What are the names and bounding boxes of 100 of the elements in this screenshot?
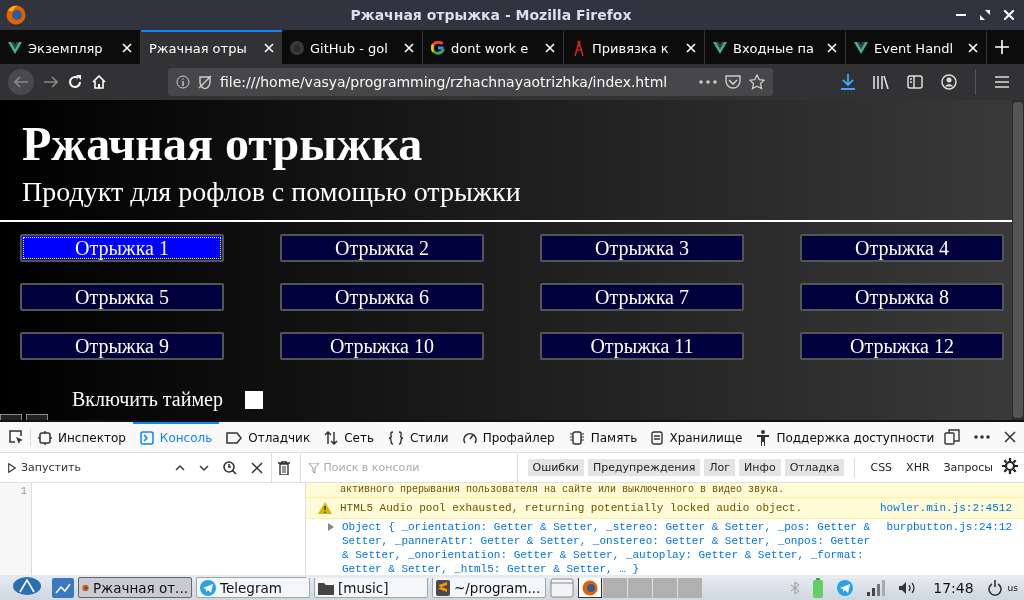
burp-button[interactable]: Отрыжка 6	[280, 283, 484, 311]
more-icon[interactable]	[974, 435, 990, 439]
chevron-up-icon[interactable]	[174, 464, 185, 471]
responsive-icon[interactable]	[944, 429, 960, 445]
document-icon	[651, 431, 664, 445]
timer-checkbox[interactable]	[244, 390, 263, 409]
burp-button[interactable]: Отрыжка 1	[20, 234, 224, 262]
small-control[interactable]	[26, 414, 48, 420]
burp-button[interactable]: Отрыжка 12	[800, 332, 1004, 360]
filter-toggle[interactable]: Инфо	[739, 459, 781, 476]
small-control[interactable]	[0, 414, 22, 420]
library-icon[interactable]	[873, 75, 889, 89]
desktop-icon[interactable]	[52, 577, 74, 598]
page-title: Ржачная отрыжка	[22, 116, 424, 172]
burp-button[interactable]: Отрыжка 10	[280, 332, 484, 360]
burp-button[interactable]: Отрыжка 9	[20, 332, 224, 360]
expand-triangle-icon[interactable]	[328, 523, 334, 531]
clock[interactable]: 17:48	[933, 579, 974, 596]
filter-toggle[interactable]: Запросы	[938, 459, 998, 476]
pocket-icon[interactable]	[725, 75, 741, 89]
close-icon[interactable]	[250, 461, 263, 474]
filter-toggle[interactable]: Предупреждения	[587, 459, 701, 476]
burp-button[interactable]: Отрыжка 3	[540, 234, 744, 262]
up-down-arrows-icon	[324, 431, 339, 445]
power-icon[interactable]	[987, 579, 1002, 596]
source-link[interactable]: burpbutton.js:24:12	[886, 520, 1012, 534]
devtools-tab[interactable]: Отладчик	[219, 422, 318, 452]
chevron-down-icon[interactable]	[198, 464, 209, 471]
v-logo-icon	[713, 42, 727, 54]
devtools-tab[interactable]: Память	[561, 422, 645, 452]
devtools-tab[interactable]: Консоль	[132, 422, 220, 452]
burp-button[interactable]: Отрыжка 4	[800, 234, 1004, 262]
taskbar-button[interactable]: [music]	[314, 577, 428, 598]
devtools-tab[interactable]: Сеть	[317, 422, 381, 452]
keyboard-layout[interactable]: us	[1007, 582, 1018, 593]
battery-icon[interactable]	[813, 577, 824, 598]
timer-label: Включить таймер	[72, 388, 223, 411]
reload-icon[interactable]	[68, 75, 82, 89]
gauge-icon	[462, 431, 477, 445]
signal-icon[interactable]	[867, 579, 886, 596]
taskbar-button[interactable]: Telegram	[196, 577, 310, 598]
play-icon	[8, 462, 16, 473]
devtools-tab[interactable]: Профайлер	[455, 422, 562, 452]
arch-menu-icon[interactable]	[12, 576, 42, 596]
back-button[interactable]	[8, 69, 34, 95]
plus-icon[interactable]	[995, 40, 1009, 54]
info-icon[interactable]	[176, 75, 190, 89]
account-icon[interactable]	[941, 74, 957, 90]
home-icon[interactable]	[92, 75, 106, 89]
right-arrow-icon[interactable]	[44, 76, 58, 88]
browser-tab[interactable]: Ржачная отры	[141, 30, 282, 64]
star-icon[interactable]	[749, 74, 765, 90]
warning-message: активного прерывания пользователя на сайте или выключенного в видео звука.	[340, 484, 786, 496]
filter-toggle[interactable]: XHR	[901, 459, 935, 476]
burp-button[interactable]: Отрыжка 7	[540, 283, 744, 311]
filter-toggle[interactable]: CSS	[865, 459, 898, 476]
download-icon[interactable]	[841, 74, 855, 90]
console-search-field[interactable]: Поиск в консоли	[323, 461, 494, 474]
tag-icon	[226, 432, 243, 444]
log-message[interactable]: Object { _orientation: Getter & Setter, _stereo: Getter & Setter, _pos: Getter & Setter, _pannerAttr: Getter & Setter, _onstereo: Getter & Setter, _onpos: Getter & Setter, _onorientation: Getter & Setter, _autoplay: Getter & Setter, _format: Getter & Setter, _html5: Getter & Setter, … }	[342, 520, 879, 576]
workspace[interactable]	[578, 577, 602, 598]
run-button[interactable]: Запустить	[8, 461, 81, 474]
crossed-shield-icon[interactable]	[198, 75, 212, 89]
gear-icon[interactable]	[1002, 458, 1018, 474]
devtools-tab[interactable]: Инспектор	[31, 422, 133, 452]
devtools-tab[interactable]: Поддержка доступности	[749, 422, 942, 452]
filter-icon	[308, 462, 319, 473]
element-picker-icon[interactable]	[8, 429, 24, 445]
filter-toggle[interactable]: Отладка	[784, 459, 845, 476]
taskbar-button[interactable]: ~/program...	[432, 577, 546, 598]
line-number: 1	[20, 485, 27, 497]
paper-plane-icon	[200, 579, 216, 596]
sidebar-icon[interactable]	[907, 75, 923, 89]
menu-icon[interactable]	[994, 75, 1010, 89]
trash-icon[interactable]	[277, 460, 290, 475]
paper-plane-icon	[837, 579, 854, 596]
person-icon	[756, 430, 771, 446]
more-icon[interactable]	[699, 80, 717, 84]
devtools-tab[interactable]: Стили	[381, 422, 456, 452]
scrollbar[interactable]	[1012, 100, 1024, 420]
braces-icon	[388, 431, 404, 445]
maximize-icon[interactable]	[980, 10, 990, 20]
devtools-tab[interactable]: Хранилище	[644, 422, 750, 452]
burp-button[interactable]: Отрыжка 11	[540, 332, 744, 360]
square-icon	[38, 431, 52, 445]
burp-button[interactable]: Отрыжка 8	[800, 283, 1004, 311]
close-icon[interactable]	[1004, 431, 1016, 443]
page-subtitle: Продукт для рофлов с помощью отрыжки	[22, 175, 522, 209]
source-link[interactable]: howler.min.js:2:4512	[879, 501, 1012, 515]
firefox-icon	[6, 5, 26, 25]
taskbar-button[interactable]: Ржачная от...	[78, 577, 192, 598]
history-search-icon[interactable]	[222, 460, 237, 475]
folder-icon	[318, 580, 334, 595]
burp-button[interactable]: Отрыжка 2	[280, 234, 484, 262]
filter-toggle[interactable]: Лог	[704, 459, 736, 476]
filter-toggle[interactable]: Ошибки	[527, 459, 584, 476]
burp-button[interactable]: Отрыжка 5	[20, 283, 224, 311]
warning-message: HTML5 Audio pool exhausted, returning potentially locked audio object.	[340, 501, 804, 515]
address-field[interactable]: file:///home/vasya/programming/rzhachnayaotrizhka/index.html	[168, 68, 773, 96]
v-logo-icon	[8, 42, 22, 54]
